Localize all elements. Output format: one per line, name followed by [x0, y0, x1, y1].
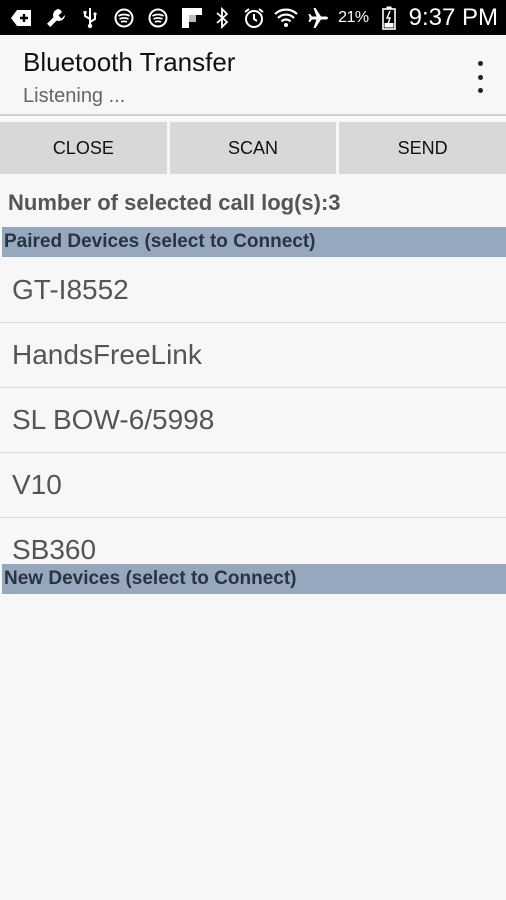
alarm-icon [242, 6, 266, 30]
paired-devices-header: Paired Devices (select to Connect) [2, 227, 506, 257]
shield-icon [146, 6, 170, 30]
list-item[interactable]: V10 [0, 453, 506, 518]
battery-percent: 21% [338, 8, 369, 26]
app-title: Bluetooth Transfer [23, 47, 236, 77]
overflow-menu-icon[interactable] [474, 61, 486, 93]
shield-icon [112, 6, 136, 30]
list-item[interactable]: SB360 [0, 518, 506, 564]
close-button[interactable]: CLOSE [0, 122, 167, 174]
add-box-icon [10, 6, 34, 30]
list-item[interactable]: HandsFreeLink [0, 323, 506, 388]
battery-icon [377, 6, 401, 30]
send-button[interactable]: SEND [339, 122, 506, 174]
clock: 9:37 PM [408, 3, 498, 31]
connection-status: Listening ... [23, 85, 126, 107]
status-bar: 21% 9:37 PM [0, 0, 506, 35]
paired-devices-list[interactable]: GT-I8552 HandsFreeLink SL BOW-6/5998 V10… [0, 258, 506, 564]
list-item[interactable]: GT-I8552 [0, 258, 506, 323]
new-devices-list[interactable] [0, 595, 506, 900]
selected-call-logs-count: Number of selected call log(s):3 [8, 190, 341, 215]
wifi-icon [274, 6, 298, 30]
scan-button[interactable]: SCAN [169, 122, 337, 174]
action-bar-divider [0, 114, 506, 116]
airplane-icon [306, 6, 330, 30]
bluetooth-icon [210, 6, 234, 30]
action-bar: Bluetooth Transfer Listening ... [0, 35, 506, 115]
usb-icon [78, 6, 102, 30]
button-row: CLOSE SCAN SEND [0, 122, 506, 174]
list-item[interactable]: SL BOW-6/5998 [0, 388, 506, 453]
wrench-icon [44, 6, 68, 30]
new-devices-header: New Devices (select to Connect) [2, 564, 506, 594]
flipboard-icon [180, 6, 204, 30]
